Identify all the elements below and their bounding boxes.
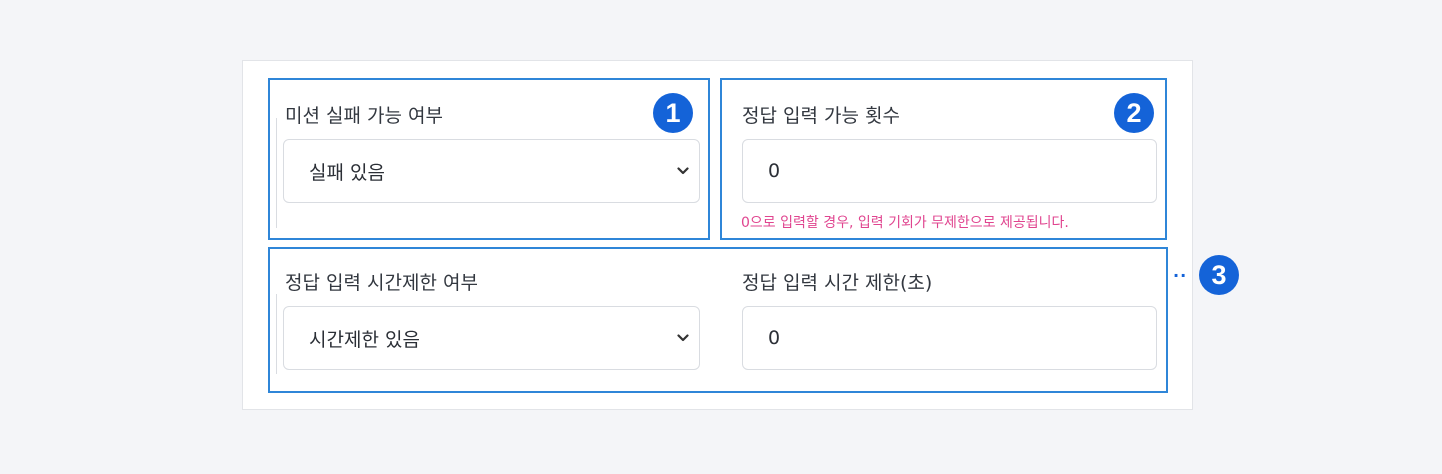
- time-limit-selected: 시간제한 있음: [309, 328, 420, 351]
- time-limit-seconds-input[interactable]: 0: [742, 306, 1157, 370]
- answer-attempts-label: 정답 입력 가능 횟수: [742, 105, 900, 127]
- mission-fail-label: 미션 실패 가능 여부: [285, 105, 443, 127]
- badge-connector: ··: [1173, 266, 1188, 285]
- chevron-down-icon: [677, 334, 689, 342]
- time-limit-seconds-label: 정답 입력 시간 제한(초): [742, 272, 933, 294]
- step-badge-1: 1: [653, 93, 693, 133]
- time-limit-seconds-value: 0: [768, 327, 781, 349]
- answer-attempts-value: 0: [768, 160, 781, 182]
- left-edge-mark: [276, 294, 277, 374]
- mission-fail-select[interactable]: 실패 있음: [283, 139, 700, 203]
- answer-attempts-input[interactable]: 0: [742, 139, 1157, 203]
- answer-attempts-hint: 0으로 입력할 경우, 입력 기회가 무제한으로 제공됩니다.: [741, 215, 1069, 231]
- time-limit-select[interactable]: 시간제한 있음: [283, 306, 700, 370]
- left-edge-mark: [276, 118, 277, 228]
- step-badge-2: 2: [1114, 93, 1154, 133]
- chevron-down-icon: [677, 167, 689, 175]
- step-badge-3: 3: [1199, 255, 1239, 295]
- mission-fail-selected: 실패 있음: [309, 161, 385, 184]
- time-limit-toggle-label: 정답 입력 시간제한 여부: [285, 272, 478, 294]
